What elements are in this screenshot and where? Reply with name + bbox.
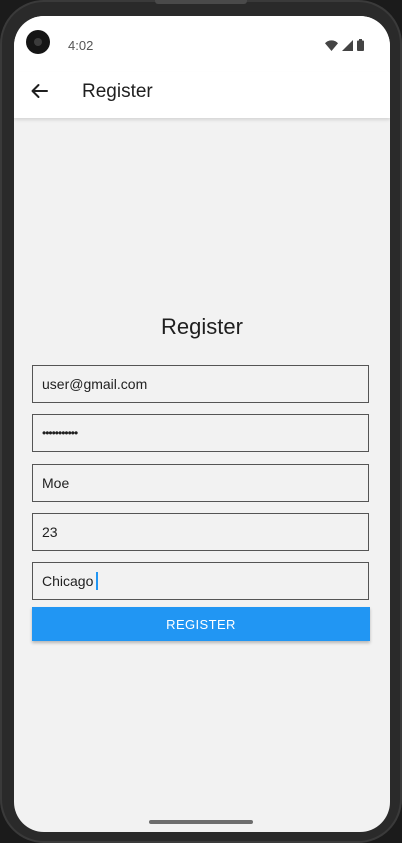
city-value: Chicago bbox=[42, 573, 94, 589]
password-value: ••••••••••• bbox=[42, 426, 78, 440]
cell-signal-icon bbox=[342, 39, 353, 51]
home-indicator[interactable] bbox=[149, 820, 253, 824]
form-heading: Register bbox=[161, 314, 243, 339]
email-value: user@gmail.com bbox=[42, 376, 148, 392]
app-bar-title: Register bbox=[82, 81, 153, 102]
age-field[interactable]: 23 bbox=[32, 513, 369, 551]
device-speaker bbox=[155, 0, 247, 4]
status-bar: 4:02 bbox=[14, 16, 390, 72]
status-time: 4:02 bbox=[68, 38, 94, 53]
register-button[interactable]: REGISTER bbox=[32, 607, 370, 641]
back-button[interactable] bbox=[28, 80, 50, 102]
status-icons bbox=[325, 39, 364, 51]
arrow-left-icon bbox=[31, 84, 48, 98]
screen: 4:02 Register Register user@gmail.com ••… bbox=[14, 16, 390, 832]
age-value: 23 bbox=[42, 524, 58, 540]
city-field[interactable]: Chicago bbox=[32, 562, 369, 600]
front-camera bbox=[26, 30, 50, 54]
register-form: Register user@gmail.com ••••••••••• Moe … bbox=[14, 118, 390, 832]
password-field[interactable]: ••••••••••• bbox=[32, 414, 369, 452]
name-field[interactable]: Moe bbox=[32, 464, 369, 502]
email-field[interactable]: user@gmail.com bbox=[32, 365, 369, 403]
text-cursor bbox=[96, 572, 99, 590]
app-bar: Register bbox=[14, 72, 390, 118]
device-frame: 4:02 Register Register user@gmail.com ••… bbox=[0, 0, 402, 843]
battery-icon bbox=[357, 39, 364, 51]
wifi-icon bbox=[325, 39, 338, 51]
name-value: Moe bbox=[42, 475, 70, 491]
